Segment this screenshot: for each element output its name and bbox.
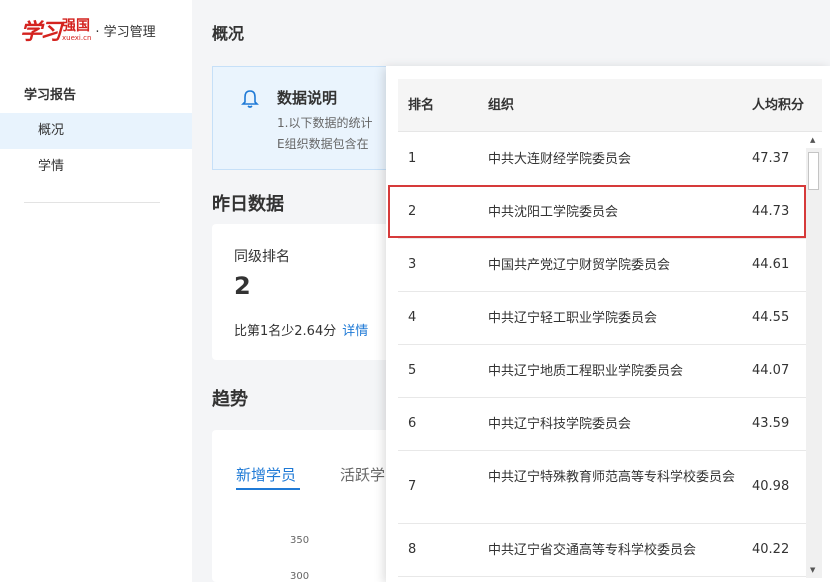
detail-link[interactable]: 详情: [342, 324, 368, 339]
row-score: 44.07: [752, 363, 790, 378]
row-score: 44.61: [752, 257, 790, 272]
yesterday-title: 昨日数据: [212, 194, 284, 215]
row-org: 中共辽宁科技学院委员会: [488, 417, 632, 432]
row-rank: 4: [408, 310, 417, 325]
rank-diff: 比第1名少2.64分 详情: [234, 320, 368, 339]
row-rank: 7: [408, 479, 417, 494]
trend-title: 趋势: [212, 389, 248, 410]
row-score: 44.55: [752, 310, 790, 325]
row-score: 43.59: [752, 416, 790, 431]
tab-active-learners[interactable]: 活跃学: [340, 464, 385, 485]
table-row: 6 中共辽宁科技学院委员会 43.59: [398, 398, 806, 451]
col-score: 人均积分: [752, 98, 805, 113]
row-org: 中共辽宁省交通高等专科学校委员会: [488, 543, 697, 558]
table-row: 4 中共辽宁轻工职业学院委员会 44.55: [398, 292, 806, 345]
row-org: 中共辽宁轻工职业学院委员会: [488, 311, 658, 326]
row-score: 40.98: [752, 479, 790, 494]
table-row: 7 中共辽宁特殊教育师范高等专科学校委员会 40.98: [398, 451, 806, 524]
row-rank: 1: [408, 151, 417, 166]
row-org: 中共辽宁特殊教育师范高等专科学校委员会: [488, 470, 736, 485]
scroll-up-arrow-icon[interactable]: ▲: [810, 136, 815, 144]
rank-label: 同级排名: [234, 249, 290, 265]
logo-suffix: · 学习管理: [95, 24, 156, 40]
bell-icon: [241, 90, 259, 108]
table-row: 1 中共大连财经学院委员会 47.37: [398, 133, 806, 186]
rank-diff-text: 比第1名少2.64分: [234, 324, 337, 339]
table-row: 5 中共辽宁地质工程职业学院委员会 44.07: [398, 345, 806, 398]
logo-red-text: 强国: [62, 17, 91, 34]
row-org: 中国共产党辽宁财贸学院委员会: [488, 258, 671, 273]
logo-sub: 强国 xuexi.cn: [62, 17, 92, 42]
sidebar: 学习 强国 xuexi.cn · 学习管理 学习报告 概况 学情: [0, 0, 192, 582]
col-rank: 排名: [408, 98, 435, 113]
scroll-thumb[interactable]: [808, 152, 819, 190]
y-tick-350: 350: [290, 535, 310, 546]
row-org: 中共大连财经学院委员会: [488, 152, 632, 167]
highlight-box: [388, 185, 806, 238]
table-row: 3 中国共产党辽宁财贸学院委员会 44.61: [398, 239, 806, 292]
row-score: 40.22: [752, 542, 790, 557]
sidebar-item-learning[interactable]: 学情: [0, 149, 192, 185]
sidebar-item-overview[interactable]: 概况: [0, 113, 192, 149]
logo-url: xuexi.cn: [62, 33, 92, 42]
nav-group-title: 学习报告: [24, 88, 77, 103]
data-notice: 数据说明 1.以下数据的统计 E组织数据包含在: [212, 66, 412, 170]
row-org: 中共辽宁地质工程职业学院委员会: [488, 364, 684, 379]
logo-mark: 学习: [20, 19, 62, 45]
y-tick-300: 300: [290, 571, 310, 582]
table-header: 排名 组织 人均积分: [398, 79, 822, 132]
notice-line-2: E组织数据包含在: [277, 137, 369, 151]
rank-value: 2: [234, 272, 251, 300]
row-score: 47.37: [752, 151, 790, 166]
trend-card: 新增学员 活跃学 350 300: [212, 430, 412, 582]
nav-divider: [24, 202, 160, 203]
notice-title: 数据说明: [277, 89, 338, 107]
logo[interactable]: 学习 强国 xuexi.cn · 学习管理: [20, 10, 156, 50]
row-rank: 5: [408, 363, 417, 378]
row-rank: 6: [408, 416, 417, 431]
table-scrollbar[interactable]: ▲ ▼: [806, 136, 822, 578]
ranking-popup: 排名 组织 人均积分 1 中共大连财经学院委员会 47.37 2 中共沈阳工学院…: [386, 66, 830, 582]
row-rank: 3: [408, 257, 417, 272]
page-title: 概况: [212, 24, 245, 43]
notice-line-1: 1.以下数据的统计: [277, 116, 373, 130]
row-rank: 8: [408, 542, 417, 557]
scroll-down-arrow-icon[interactable]: ▼: [810, 566, 815, 574]
col-org: 组织: [488, 98, 515, 113]
tab-underline: [236, 488, 300, 490]
tab-new-learners[interactable]: 新增学员: [236, 464, 296, 485]
rank-card: 同级排名 2 比第1名少2.64分 详情: [212, 224, 412, 360]
table-row: 8 中共辽宁省交通高等专科学校委员会 40.22: [398, 524, 806, 577]
